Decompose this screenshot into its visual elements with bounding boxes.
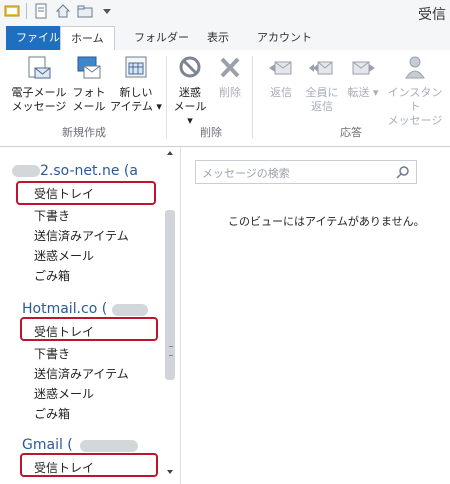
reply-all-label-1: 全員に [305,86,339,99]
inbox-highlight [20,453,158,477]
ribbon-tabs: ファイル ホーム フォルダー 表示 アカウント [0,26,450,51]
delete-button[interactable]: 削除 [212,54,248,100]
scroll-down-icon[interactable] [167,470,173,474]
forward-icon [352,61,375,75]
tab-home[interactable]: ホーム [60,26,115,51]
group-label-new: 新規作成 [62,126,106,139]
folder-junk[interactable]: 迷惑メール [34,385,94,402]
search-icon[interactable] [396,165,410,179]
email-label-2: メッセージ [11,100,67,113]
qat-separator [26,3,27,19]
inbox-highlight [20,317,158,341]
scroll-thumb[interactable] [165,210,175,380]
window-title: 受信 [418,7,446,23]
folder-junk[interactable]: 迷惑メール [34,247,94,264]
reply-icon [269,61,292,75]
account-name[interactable]: Hotmail.co ( [22,301,107,317]
search-placeholder: メッセージの検索 [202,167,290,180]
quick-access-toolbar [4,3,115,19]
new-icon[interactable] [33,3,49,19]
email-label-1: 電子メール [11,86,67,99]
title-bar: 受信 [0,0,450,27]
instant-label-2: メッセージ [387,114,443,127]
inbox-highlight [16,181,156,205]
folder-trash[interactable]: ごみ箱 [34,267,70,284]
tab-folder[interactable]: フォルダー [124,26,199,50]
qat-dropdown-icon[interactable] [99,3,115,19]
delete-label: 削除 [219,86,241,99]
new-items-label-2: アイテム ▾ [110,100,162,113]
reply-button[interactable]: 返信 [262,54,300,100]
reply-all-icon [309,61,333,75]
folder-sent[interactable]: 送信済みアイテム [34,365,129,382]
grip-icon [169,346,173,356]
group-label-delete: 削除 [200,126,222,139]
folder-drafts[interactable]: 下書き [34,345,70,362]
new-items-button[interactable]: 新しい アイテム ▾ [110,54,162,114]
junk-email-button[interactable]: 迷惑 メール ▾ [170,54,210,128]
instant-label-1: インスタント [387,86,443,113]
app-icon [4,5,20,17]
empty-view-text: このビューにはアイテムがありません。 [228,215,425,228]
photo-email-button[interactable]: フォト メール [70,54,108,114]
new-email-button[interactable]: 電子メール メッセージ [10,54,68,114]
reply-all-label-2: 返信 [311,100,333,113]
folder-pane: 2.so-net.ne (a 受信トレイ 下書き 送信済みアイテム 迷惑メール … [0,147,181,484]
folder-icon[interactable] [77,3,93,19]
photo-label-2: メール [72,100,106,113]
photo-label-1: フォト [72,86,106,99]
ribbon: 電子メール メッセージ フォト メール 新しい アイテム ▾ 新規作成 迷惑 メ… [0,50,450,147]
blurred-text [12,165,40,177]
tab-account[interactable]: アカウント [247,26,322,50]
group-separator [252,56,253,138]
new-items-label-1: 新しい [119,86,153,99]
delete-icon [220,57,240,78]
account-name[interactable]: 2.so-net.ne (a [40,163,138,179]
photo-email-icon [77,56,101,79]
reply-label: 返信 [270,86,292,99]
instant-message-button[interactable]: インスタント メッセージ [384,54,446,128]
blurred-text [80,440,138,452]
home-icon[interactable] [55,3,71,19]
junk-label-1: 迷惑 [179,86,201,99]
folder-trash[interactable]: ごみ箱 [34,405,70,422]
folder-drafts[interactable]: 下書き [34,207,70,224]
reply-all-button[interactable]: 全員に 返信 [302,54,342,114]
instant-message-icon [405,56,425,79]
scroll-up-icon[interactable] [167,151,173,155]
folder-scrollbar[interactable] [164,150,176,476]
blurred-text [112,304,148,316]
junk-icon [179,56,201,78]
forward-label: 転送 ▾ [347,86,379,99]
new-items-icon [125,56,147,78]
email-message-icon [28,56,51,79]
forward-button[interactable]: 転送 ▾ [344,54,382,100]
tab-view[interactable]: 表示 [197,26,239,50]
account-name[interactable]: Gmail ( [22,437,73,453]
group-separator [166,56,167,138]
group-label-respond: 応答 [340,126,362,139]
search-input[interactable]: メッセージの検索 [195,160,417,184]
folder-sent[interactable]: 送信済みアイテム [34,227,129,244]
